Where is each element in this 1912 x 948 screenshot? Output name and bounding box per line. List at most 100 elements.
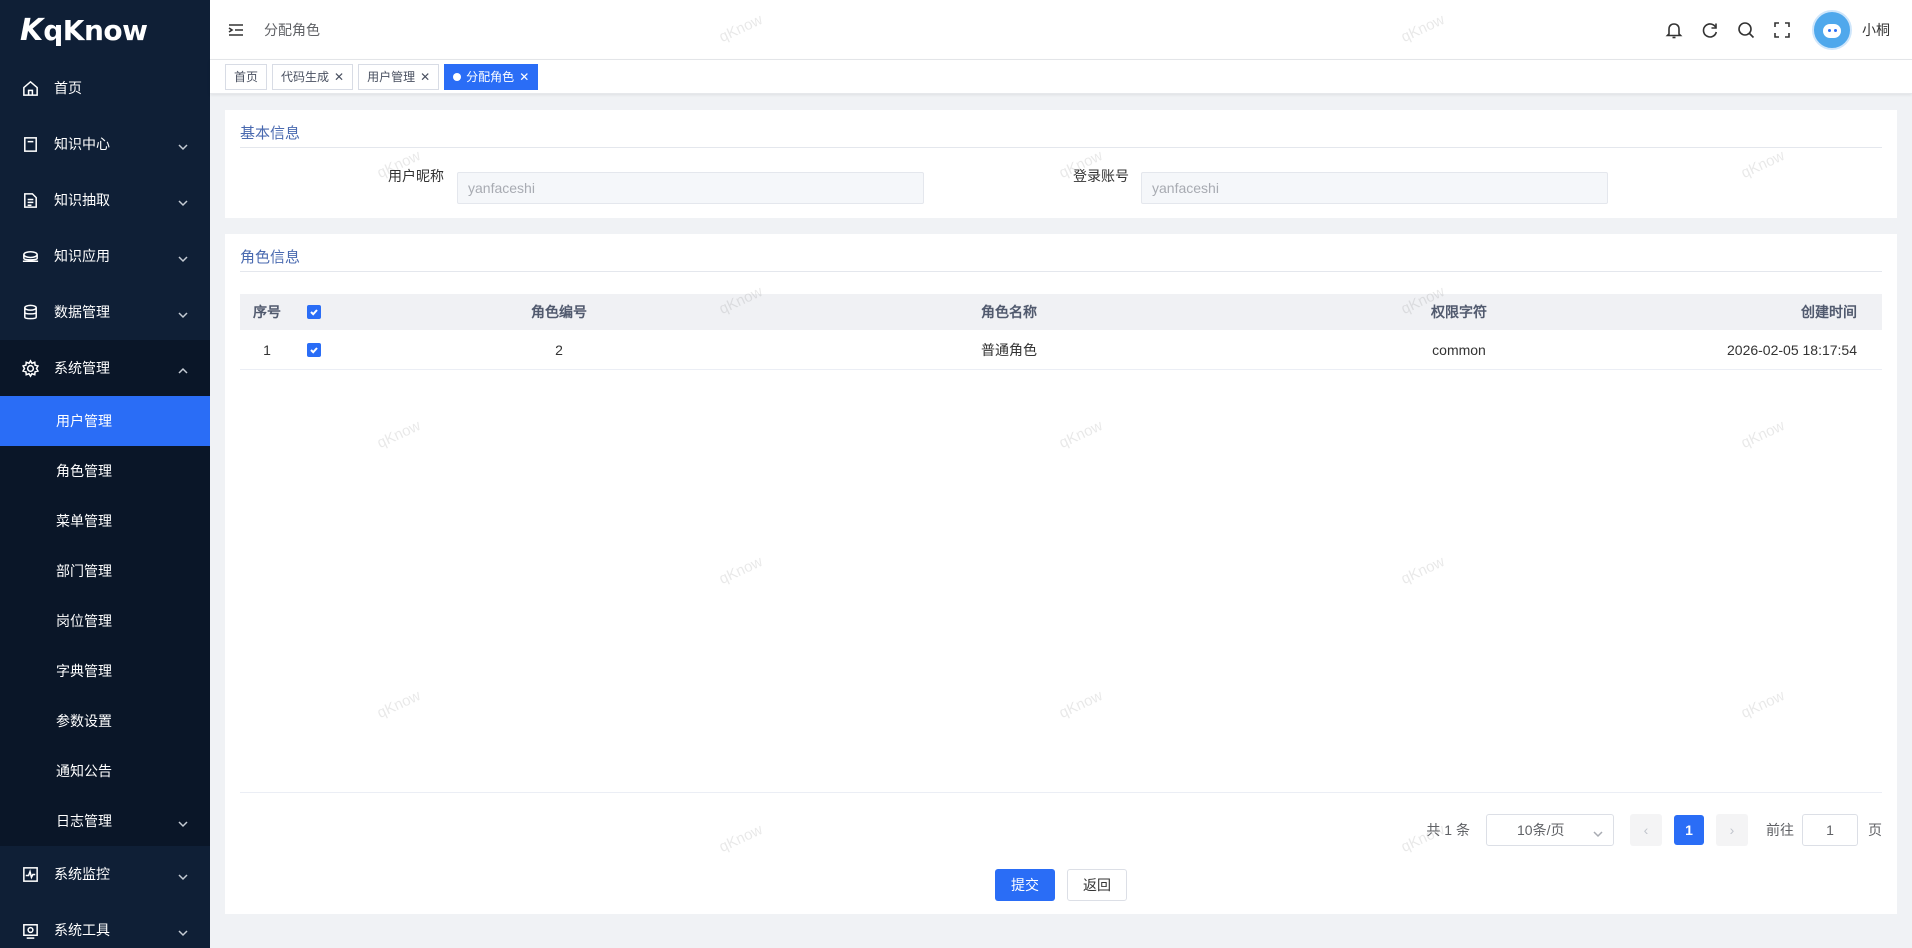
refresh-icon[interactable] <box>1700 20 1720 40</box>
sidebar-item-param-settings[interactable]: 参数设置 <box>0 696 210 746</box>
col-created-time: 创建时间 <box>1801 304 1857 320</box>
page-size-value: 10条/页 <box>1517 822 1565 838</box>
system-submenu: 用户管理 角色管理 菜单管理 部门管理 岗位管理 字典管理 参数设置 通知公告 … <box>0 396 210 846</box>
sidebar-item-post-management[interactable]: 岗位管理 <box>0 596 210 646</box>
page-suffix: 页 <box>1868 822 1882 838</box>
sidebar-item-user-management[interactable]: 用户管理 <box>0 396 210 446</box>
logo-name: qKnow <box>43 13 148 47</box>
sidebar-item-label: 系统监控 <box>54 866 110 882</box>
col-permission: 权限字符 <box>1431 304 1487 320</box>
chevron-down-icon <box>178 195 188 207</box>
home-icon <box>20 78 40 98</box>
tag-assign-role[interactable]: 分配角色 ✕ <box>444 63 539 90</box>
sidebar-item-log-management[interactable]: 日志管理 <box>0 796 210 846</box>
sidebar-item-label: 系统工具 <box>54 922 110 938</box>
account-field[interactable]: yanfaceshi <box>1141 172 1608 204</box>
chevron-down-icon <box>178 251 188 263</box>
cell-created-time: 2026-02-05 18:17:54 <box>1727 341 1857 358</box>
logo[interactable]: K qKnow <box>0 0 210 60</box>
header-actions: 小桐 <box>1648 0 1890 60</box>
sidebar-item-knowledge-application[interactable]: 知识应用 <box>0 228 210 284</box>
row-checkbox[interactable] <box>294 342 334 357</box>
table-row[interactable]: 1 2 普通角色 common 2026-02-05 18:17:54 <box>240 330 1882 370</box>
check-icon <box>307 342 321 357</box>
sidebar-item-home[interactable]: 首页 <box>0 60 210 116</box>
document-icon <box>20 190 40 210</box>
gear-icon <box>20 358 40 378</box>
table-bottom-border <box>240 792 1882 793</box>
sidebar-item-data-management[interactable]: 数据管理 <box>0 284 210 340</box>
tool-icon <box>20 920 40 940</box>
basic-info-card: 基本信息 用户昵称 yanfaceshi 登录账号 yanfaceshi <box>225 110 1897 218</box>
chevron-up-icon <box>178 363 188 374</box>
sidebar-item-menu-management[interactable]: 菜单管理 <box>0 496 210 546</box>
tags-view: 首页 代码生成 ✕ 用户管理 ✕ 分配角色 ✕ <box>210 60 1912 94</box>
tag-label: 代码生成 <box>281 70 330 84</box>
cell-permission: common <box>1432 341 1486 358</box>
sidebar-item-notice[interactable]: 通知公告 <box>0 746 210 796</box>
close-icon[interactable]: ✕ <box>420 70 430 84</box>
goto-label: 前往 <box>1766 822 1794 838</box>
nickname-field[interactable]: yanfaceshi <box>457 172 924 204</box>
monitor-icon <box>20 864 40 884</box>
page-number-current[interactable]: 1 <box>1674 815 1704 845</box>
account-label: 登录账号 <box>1073 168 1129 184</box>
section-title-role: 角色信息 <box>240 246 1882 272</box>
sidebar-item-system-management[interactable]: 系统管理 <box>0 340 210 396</box>
tag-code-gen[interactable]: 代码生成 ✕ <box>272 63 354 90</box>
goto-page-input[interactable]: 1 <box>1802 814 1858 846</box>
chevron-down-icon <box>178 925 188 937</box>
sidebar-item-label: 知识抽取 <box>54 192 110 208</box>
sidebar-item-knowledge-center[interactable]: 知识中心 <box>0 116 210 172</box>
sidebar-item-system-tools[interactable]: 系统工具 <box>0 902 210 948</box>
select-all-checkbox[interactable] <box>294 305 334 319</box>
next-page-button[interactable]: › <box>1716 814 1748 846</box>
close-icon[interactable]: ✕ <box>519 70 529 84</box>
submit-button[interactable]: 提交 <box>995 869 1055 901</box>
form-actions: 提交 返回 <box>225 869 1897 901</box>
sidebar-item-dept-management[interactable]: 部门管理 <box>0 546 210 596</box>
check-icon <box>307 305 321 319</box>
back-button[interactable]: 返回 <box>1067 869 1127 901</box>
sidebar-item-label: 知识应用 <box>54 248 110 264</box>
tag-label: 首页 <box>234 70 259 84</box>
breadcrumb: 分配角色 <box>264 21 320 38</box>
col-index: 序号 <box>253 304 281 320</box>
nickname-label: 用户昵称 <box>388 168 444 184</box>
username[interactable]: 小桐 <box>1862 20 1890 40</box>
fullscreen-icon[interactable] <box>1772 20 1792 40</box>
sidebar-item-label: 首页 <box>54 80 82 96</box>
chevron-down-icon <box>178 816 188 828</box>
sidebar-item-knowledge-extraction[interactable]: 知识抽取 <box>0 172 210 228</box>
avatar[interactable] <box>1812 10 1852 50</box>
collapse-menu-icon[interactable] <box>226 20 246 40</box>
cell-role-code: 2 <box>555 341 563 358</box>
role-info-card: 角色信息 序号 角色编号 角色名称 权限字符 创建时间 1 2 普通角色 com… <box>225 234 1897 914</box>
pagination-total: 共 1 条 <box>1426 822 1470 838</box>
book-icon <box>20 134 40 154</box>
tag-home[interactable]: 首页 <box>225 63 268 90</box>
sidebar-item-label: 数据管理 <box>54 304 110 320</box>
tag-label: 用户管理 <box>367 70 416 84</box>
search-icon[interactable] <box>1736 20 1756 40</box>
section-title-basic: 基本信息 <box>240 122 1882 148</box>
chevron-down-icon <box>178 139 188 151</box>
sidebar-item-role-management[interactable]: 角色管理 <box>0 446 210 496</box>
prev-page-button[interactable]: ‹ <box>1630 814 1662 846</box>
apply-icon <box>20 246 40 266</box>
database-icon <box>20 302 40 322</box>
active-dot-icon <box>453 72 462 81</box>
tag-label: 分配角色 <box>466 70 515 84</box>
bell-icon[interactable] <box>1664 20 1684 40</box>
close-icon[interactable]: ✕ <box>334 70 344 84</box>
top-header: 分配角色 小桐 <box>210 0 1912 60</box>
sidebar-item-label: 系统管理 <box>54 360 110 376</box>
col-role-name: 角色名称 <box>981 304 1037 320</box>
page-size-select[interactable]: 10条/页 <box>1486 814 1614 846</box>
role-table: 序号 角色编号 角色名称 权限字符 创建时间 1 2 普通角色 common 2… <box>240 294 1882 370</box>
chevron-down-icon <box>1593 826 1603 838</box>
sidebar-item-dict-management[interactable]: 字典管理 <box>0 646 210 696</box>
sidebar-item-system-monitor[interactable]: 系统监控 <box>0 846 210 902</box>
tag-user-management[interactable]: 用户管理 ✕ <box>358 63 440 90</box>
sidebar-item-label: 知识中心 <box>54 136 110 152</box>
